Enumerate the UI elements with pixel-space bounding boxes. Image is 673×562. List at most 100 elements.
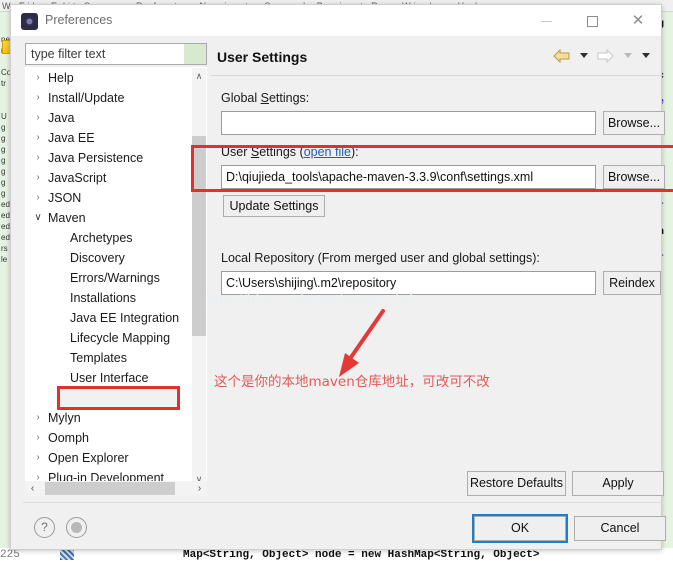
tree-horizontal-scrollbar[interactable]: ‹ › bbox=[25, 481, 207, 496]
tree-item-label: JSON bbox=[48, 191, 82, 205]
tree-item-open-explorer[interactable]: › Open Explorer bbox=[26, 448, 206, 468]
user-settings-input[interactable]: D:\qiujieda_tools\apache-maven-3.3.9\con… bbox=[221, 165, 596, 189]
scroll-right-arrow-icon[interactable]: › bbox=[192, 481, 207, 496]
local-repository-label: Local Repository (From merged user and g… bbox=[221, 251, 540, 265]
scroll-up-arrow-icon[interactable]: ∧ bbox=[192, 68, 206, 85]
global-settings-input[interactable] bbox=[221, 111, 596, 135]
tree-item-errors-warnings[interactable]: Errors/Warnings bbox=[26, 268, 206, 288]
tree-item-discovery[interactable]: Discovery bbox=[26, 248, 206, 268]
maximize-icon bbox=[586, 16, 598, 28]
tree-item-java-ee-integration[interactable]: Java EE Integration bbox=[26, 308, 206, 328]
settings-circle-icon[interactable] bbox=[66, 517, 87, 538]
forward-dropdown-chevron-down-icon[interactable] bbox=[623, 53, 632, 59]
update-settings-button[interactable]: Update Settings bbox=[223, 195, 325, 217]
preferences-dialog: Preferences ✕ ›Help›Install/Update›Java›… bbox=[10, 4, 673, 550]
chevron-down-icon[interactable]: ∨ bbox=[32, 208, 44, 228]
global-settings-browse-button[interactable]: Browse... bbox=[603, 111, 665, 135]
close-button[interactable]: ✕ bbox=[615, 5, 661, 36]
title-divider bbox=[211, 75, 661, 76]
help-button[interactable]: ? bbox=[34, 517, 55, 538]
back-arrow-icon[interactable] bbox=[553, 48, 570, 63]
tree-item-maven[interactable]: ∨ Maven bbox=[26, 208, 206, 228]
filter-box[interactable] bbox=[25, 43, 207, 65]
tree-item-label: Maven bbox=[48, 211, 86, 225]
search-input[interactable] bbox=[26, 44, 186, 64]
apply-button[interactable]: Apply bbox=[572, 471, 664, 496]
chevron-right-icon[interactable]: › bbox=[32, 408, 44, 428]
scroll-left-arrow-icon[interactable]: ‹ bbox=[25, 481, 40, 496]
tree-item-templates[interactable]: Templates bbox=[26, 348, 206, 368]
global-settings-label: Global Settings: bbox=[221, 91, 310, 105]
page-title: User Settings bbox=[217, 49, 308, 65]
dialog-titlebar[interactable]: Preferences ✕ bbox=[11, 5, 661, 37]
reindex-button[interactable]: Reindex bbox=[603, 271, 661, 295]
close-icon: ✕ bbox=[631, 12, 645, 29]
open-file-link[interactable]: open file bbox=[304, 145, 351, 159]
tree-item-java[interactable]: › Java bbox=[26, 108, 206, 128]
chevron-right-icon[interactable]: › bbox=[32, 128, 44, 148]
tree-item-install-update[interactable]: › Install/Update bbox=[26, 88, 206, 108]
tree-item-mylyn[interactable]: › Mylyn bbox=[26, 408, 206, 428]
user-settings-label: User Settings (open file): bbox=[221, 145, 359, 159]
tree-item-label: Discovery bbox=[70, 251, 125, 265]
tree-item-json[interactable]: › JSON bbox=[26, 188, 206, 208]
scrollbar-thumb[interactable] bbox=[192, 136, 206, 336]
hscrollbar-thumb[interactable] bbox=[45, 482, 175, 495]
preferences-icon bbox=[21, 13, 38, 30]
tree-item-label: Install/Update bbox=[48, 91, 125, 105]
tree-item-installations[interactable]: Installations bbox=[26, 288, 206, 308]
tree-item-javascript[interactable]: › JavaScript bbox=[26, 168, 206, 188]
code-line-number: 225 bbox=[0, 549, 20, 561]
annotation-text: 这个是你的本地maven仓库地址，可改可不改 bbox=[214, 374, 490, 390]
back-dropdown-chevron-down-icon[interactable] bbox=[579, 53, 588, 59]
tree-item-archetypes[interactable]: Archetypes bbox=[26, 228, 206, 248]
chevron-right-icon[interactable]: › bbox=[32, 148, 44, 168]
tree-item-java-persistence[interactable]: › Java Persistence bbox=[26, 148, 206, 168]
tree-item-label: Java Persistence bbox=[48, 151, 144, 165]
tree-item-label: Help bbox=[48, 71, 74, 85]
minimize-icon bbox=[540, 21, 552, 23]
tree-item-label: User Interface bbox=[70, 371, 149, 385]
maximize-button[interactable] bbox=[569, 5, 615, 36]
tree-item-label: Open Explorer bbox=[48, 451, 129, 465]
tree-item-java-ee[interactable]: › Java EE bbox=[26, 128, 206, 148]
chevron-right-icon[interactable]: › bbox=[32, 108, 44, 128]
tree-node-list: › Help › Install/Update › Java › Java EE › Java P… bbox=[26, 68, 206, 486]
chevron-right-icon[interactable]: › bbox=[32, 188, 44, 208]
settings-dot-icon bbox=[71, 522, 82, 533]
restore-defaults-button[interactable]: Restore Defaults bbox=[467, 471, 566, 496]
dialog-footer: ? OK Cancel bbox=[12, 503, 666, 549]
tree-item-label: Java EE bbox=[48, 131, 95, 145]
settings-content-panel: User Settings Global Settings: Browse...… bbox=[211, 39, 665, 496]
filter-box-accent bbox=[184, 44, 206, 64]
chevron-right-icon[interactable]: › bbox=[32, 88, 44, 108]
chevron-right-icon[interactable]: › bbox=[32, 428, 44, 448]
cancel-button[interactable]: Cancel bbox=[574, 516, 666, 541]
chevron-right-icon[interactable]: › bbox=[32, 448, 44, 468]
tree-selected-fill bbox=[60, 389, 177, 407]
tree-item-label: Installations bbox=[70, 291, 137, 305]
ok-button[interactable]: OK bbox=[474, 516, 566, 541]
tree-item-label: Oomph bbox=[48, 431, 89, 445]
view-menu-chevron-down-icon[interactable] bbox=[642, 53, 650, 59]
minimize-button[interactable] bbox=[523, 5, 569, 36]
tree-item-label: Archetypes bbox=[70, 231, 133, 245]
user-settings-browse-button[interactable]: Browse... bbox=[603, 165, 665, 189]
chevron-right-icon[interactable]: › bbox=[32, 68, 44, 88]
tree-item-lifecycle-mapping[interactable]: Lifecycle Mapping bbox=[26, 328, 206, 348]
forward-arrow-icon[interactable] bbox=[597, 48, 614, 63]
tree-item-label: Templates bbox=[70, 351, 127, 365]
tree-item-oomph[interactable]: › Oomph bbox=[26, 428, 206, 448]
tree-item-label: JavaScript bbox=[48, 171, 107, 185]
tree-item-label: Java bbox=[48, 111, 75, 125]
tree-item-label: Lifecycle Mapping bbox=[70, 331, 171, 345]
tree-item-label: Java EE Integration bbox=[70, 311, 180, 325]
page-nav-toolbar[interactable] bbox=[551, 47, 653, 67]
tree-item-help[interactable]: › Help bbox=[26, 68, 206, 88]
chevron-right-icon[interactable]: › bbox=[32, 168, 44, 188]
tree-vertical-scrollbar[interactable]: ∧ ∨ bbox=[192, 68, 206, 486]
preferences-tree[interactable]: › Help › Install/Update › Java › Java EE › Java P… bbox=[25, 67, 207, 487]
dialog-title: Preferences bbox=[45, 13, 113, 27]
tree-item-label: Errors/Warnings bbox=[70, 271, 160, 285]
tree-item-user-interface[interactable]: User Interface bbox=[26, 368, 206, 388]
